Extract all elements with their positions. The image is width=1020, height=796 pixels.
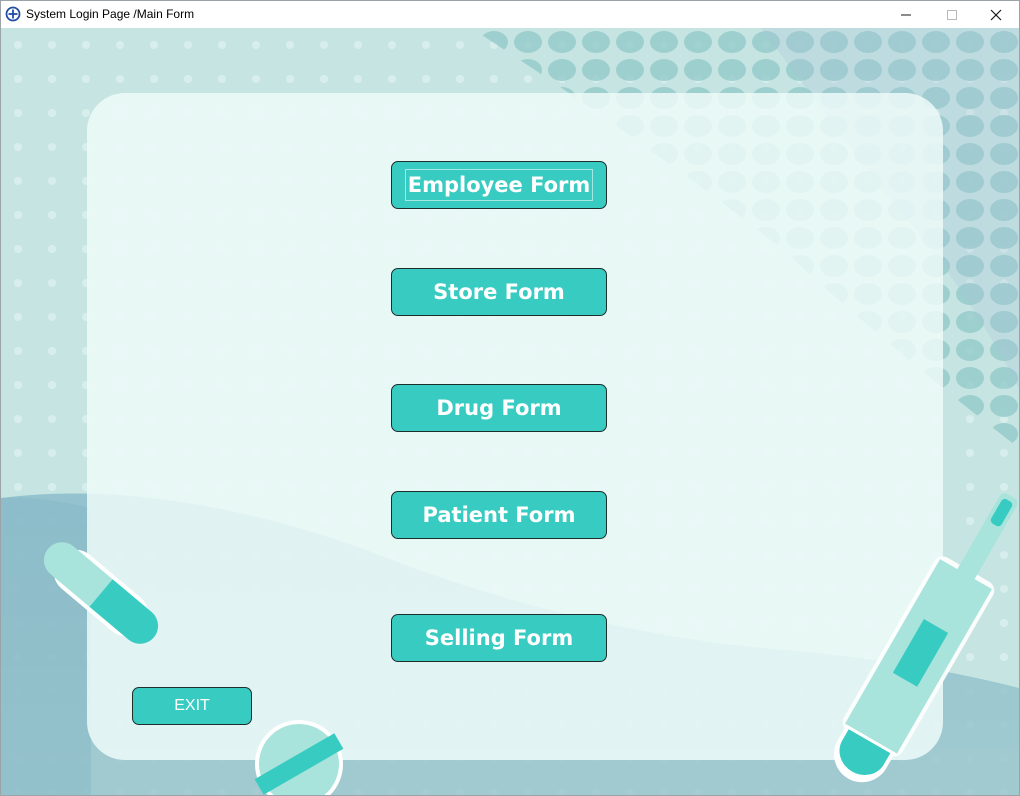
minimize-button[interactable] xyxy=(883,1,929,28)
form-client-area: Employee Form Store Form Drug Form Patie… xyxy=(1,28,1019,795)
maximize-icon xyxy=(947,9,957,20)
patient-form-label: Patient Form xyxy=(422,503,576,527)
window-title: System Login Page /Main Form xyxy=(26,7,195,21)
exit-button[interactable]: EXIT xyxy=(132,687,252,725)
close-button[interactable] xyxy=(973,1,1019,28)
title-bar[interactable]: System Login Page /Main Form xyxy=(1,1,1019,28)
minimize-icon xyxy=(901,14,911,15)
employee-form-label: Employee Form xyxy=(404,169,594,201)
selling-form-label: Selling Form xyxy=(424,626,574,650)
employee-form-button[interactable]: Employee Form xyxy=(391,161,607,209)
patient-form-button[interactable]: Patient Form xyxy=(391,491,607,539)
close-icon xyxy=(990,9,1002,20)
store-form-button[interactable]: Store Form xyxy=(391,268,607,316)
circle-plus-icon xyxy=(5,6,21,22)
selling-form-button[interactable]: Selling Form xyxy=(391,614,607,662)
main-form-window: System Login Page /Main Form Employee Fo… xyxy=(0,0,1020,796)
maximize-button[interactable] xyxy=(929,1,975,28)
drug-form-button[interactable]: Drug Form xyxy=(391,384,607,432)
drug-form-label: Drug Form xyxy=(436,396,562,420)
store-form-label: Store Form xyxy=(433,280,565,304)
